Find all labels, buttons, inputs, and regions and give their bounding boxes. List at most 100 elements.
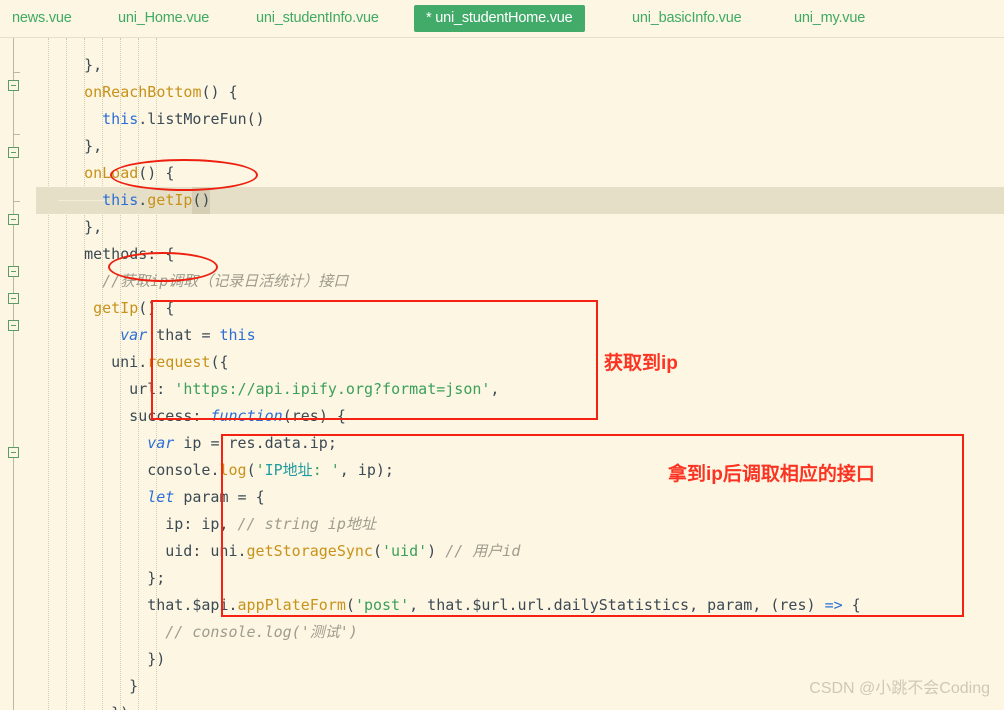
fold-toggle-5[interactable] (8, 214, 19, 225)
editor-tab-4[interactable]: uni_basicInfo.vue (620, 5, 753, 32)
token: ip; (309, 434, 337, 452)
token: res (219, 434, 256, 452)
code-line-24[interactable]: }); (111, 700, 138, 710)
token: url (517, 596, 545, 614)
token: onLoad (84, 164, 139, 182)
token: () { (138, 164, 175, 182)
indent-guide-3 (102, 38, 104, 710)
code-line-9[interactable]: getIp() { (93, 295, 174, 322)
code-line-4[interactable]: onLoad() { (84, 160, 174, 187)
token: // 用户id (445, 542, 521, 560)
token: that (147, 326, 202, 344)
fold-toggle-3[interactable] (8, 147, 19, 158)
token: { (842, 596, 861, 614)
code-line-15[interactable]: console.log('IP地址: ', ip); (147, 457, 394, 484)
token: . (300, 434, 310, 452)
fold-spine (13, 38, 14, 710)
code-line-6[interactable]: }, (84, 214, 102, 241)
token: , ip); (339, 461, 394, 479)
token: : uni (192, 542, 238, 560)
token: }, (84, 218, 103, 236)
token: }) (147, 650, 166, 668)
token: 'post' (354, 596, 410, 614)
code-line-1[interactable]: onReachBottom() { (84, 79, 238, 106)
token: this (102, 110, 139, 128)
fold-toggle-6[interactable] (8, 266, 19, 277)
code-line-3[interactable]: }, (84, 133, 102, 160)
token: }, (84, 56, 103, 74)
code-line-17[interactable]: ip: ip, // string ip地址 (165, 511, 376, 538)
token: success (129, 407, 193, 425)
token: } (129, 677, 139, 695)
token: . (138, 191, 148, 209)
token: methods (84, 245, 148, 263)
code-line-22[interactable]: }) (147, 646, 165, 673)
token: log (219, 461, 247, 479)
code-line-0[interactable]: }, (84, 52, 102, 79)
code-line-18[interactable]: uid: uni.getStorageSync('uid') // 用户id (165, 538, 520, 565)
token: data (264, 434, 301, 452)
token: param (174, 488, 238, 506)
token: this (219, 326, 256, 344)
indent-highlight-underline (58, 200, 109, 201)
token: that (147, 596, 184, 614)
token: ip (174, 434, 211, 452)
editor-tab-5[interactable]: uni_my.vue (782, 5, 877, 32)
token: ( (345, 596, 355, 614)
token: , (490, 380, 500, 398)
token: }; (147, 569, 166, 587)
editor-tab-bar: news.vue uni_Home.vue uni_studentInfo.vue *… (0, 0, 1004, 38)
token: => (824, 596, 843, 614)
editor-tab-1[interactable]: uni_Home.vue (106, 5, 221, 32)
token: IP地址 (264, 461, 313, 479)
fold-end-4 (13, 201, 20, 202)
token: . (237, 542, 247, 560)
editor-tab-3[interactable]: * uni_studentHome.vue (414, 5, 585, 32)
code-line-14[interactable]: var ip = res.data.ip; (147, 430, 337, 457)
token: let (147, 488, 175, 506)
code-line-11[interactable]: uni.request({ (111, 349, 228, 376)
token: () { (138, 299, 175, 317)
token: . (138, 110, 148, 128)
token: ' (255, 461, 265, 479)
editor-tab-0[interactable]: news.vue (0, 5, 84, 32)
code-line-20[interactable]: that.$api.appPlateForm('post', that.$url… (147, 592, 860, 619)
token: ({ (210, 353, 229, 371)
code-line-5[interactable]: this.getIp() (102, 187, 211, 214)
code-line-2[interactable]: this.listMoreFun() (102, 106, 265, 133)
fold-gutter[interactable] (0, 38, 36, 710)
token: getIp (147, 191, 193, 209)
code-line-13[interactable]: success: function(res) { (129, 403, 346, 430)
code-line-23[interactable]: } (129, 673, 138, 700)
fold-toggle-7[interactable] (8, 293, 19, 304)
code-line-12[interactable]: url: 'https://api.ipify.org?format=json'… (129, 376, 499, 403)
token: 'https://api.ipify.org?format=json' (174, 380, 491, 398)
token: : (156, 380, 175, 398)
code-line-7[interactable]: methods: { (84, 241, 174, 268)
code-line-10[interactable]: var that = this (120, 322, 255, 349)
token: }, (84, 137, 103, 155)
code-text-area[interactable]: }, onReachBottom() {this.listMoreFun()}, o… (36, 38, 1004, 710)
token: ( (246, 461, 256, 479)
code-line-8[interactable]: //获取ip调取（记录日活统计）接口 (102, 268, 348, 295)
fold-toggle-1[interactable] (8, 80, 19, 91)
fold-toggle-8[interactable] (8, 320, 19, 331)
token: : { (147, 245, 175, 263)
code-editor-window: news.vue uni_Home.vue uni_studentInfo.vue *… (0, 0, 1004, 710)
code-line-21[interactable]: // console.log('测试') (165, 619, 358, 646)
indent-guide-1 (66, 38, 68, 710)
token: . (255, 434, 265, 452)
fold-toggle-9[interactable] (8, 447, 19, 458)
token: : (192, 407, 211, 425)
token: . (463, 596, 473, 614)
code-line-16[interactable]: let param = { (147, 484, 264, 511)
code-line-19[interactable]: }; (147, 565, 165, 592)
token: 'uid' (382, 542, 428, 560)
token: = (237, 488, 247, 506)
editor-tab-2[interactable]: uni_studentInfo.vue (244, 5, 391, 32)
token: function (210, 407, 283, 425)
token: getStorageSync (246, 542, 373, 560)
token: dailyStatistics (553, 596, 690, 614)
token: () (192, 187, 211, 214)
